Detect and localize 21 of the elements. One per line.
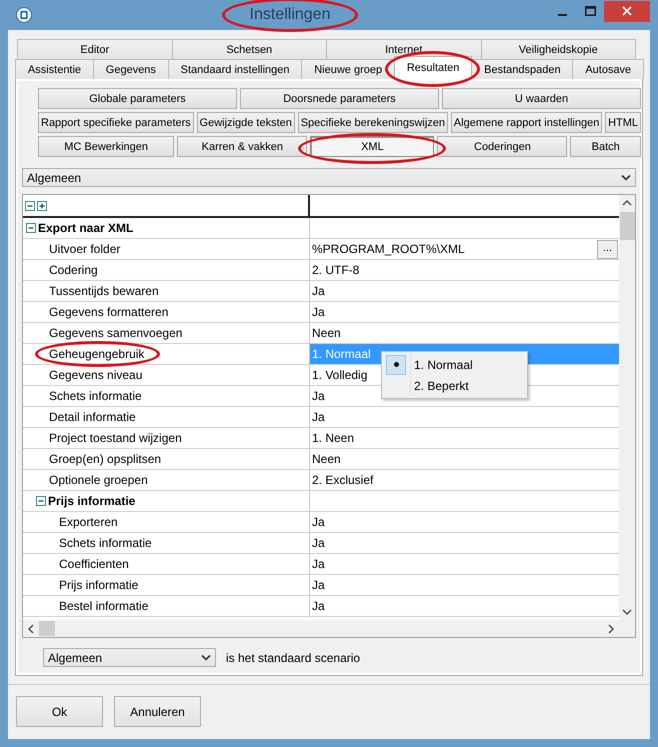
property-label: Gegevens samenvoegen [49,326,182,340]
property-label: Gegevens niveau [49,368,142,382]
group-label: Export naar XML [38,221,134,235]
property-label: Coefficienten [59,557,129,571]
property-label: Prijs informatie [59,578,138,592]
property-label: Groep(en) opsplitsen [49,452,162,466]
window-title: Instellingen [248,5,332,25]
property-label: Schets informatie [49,389,142,403]
property-label: Gegevens formatteren [49,305,168,319]
property-label: Optionele groepen [49,473,148,487]
property-label: Tussentijds bewaren [49,284,159,298]
property-label: Schets informatie [59,536,152,550]
property-label: Codering [49,263,98,277]
property-label: Exporteren [59,515,118,529]
property-label: Uitvoer folder [49,242,120,256]
group-label: Prijs informatie [48,494,136,508]
property-label: Bestel informatie [59,599,148,613]
property-label: Detail informatie [49,410,136,424]
property-label: Project toestand wijzigen [49,431,182,445]
property-label: Geheugengebruik [49,347,144,361]
scenario-note: is het standaard scenario [226,650,360,664]
